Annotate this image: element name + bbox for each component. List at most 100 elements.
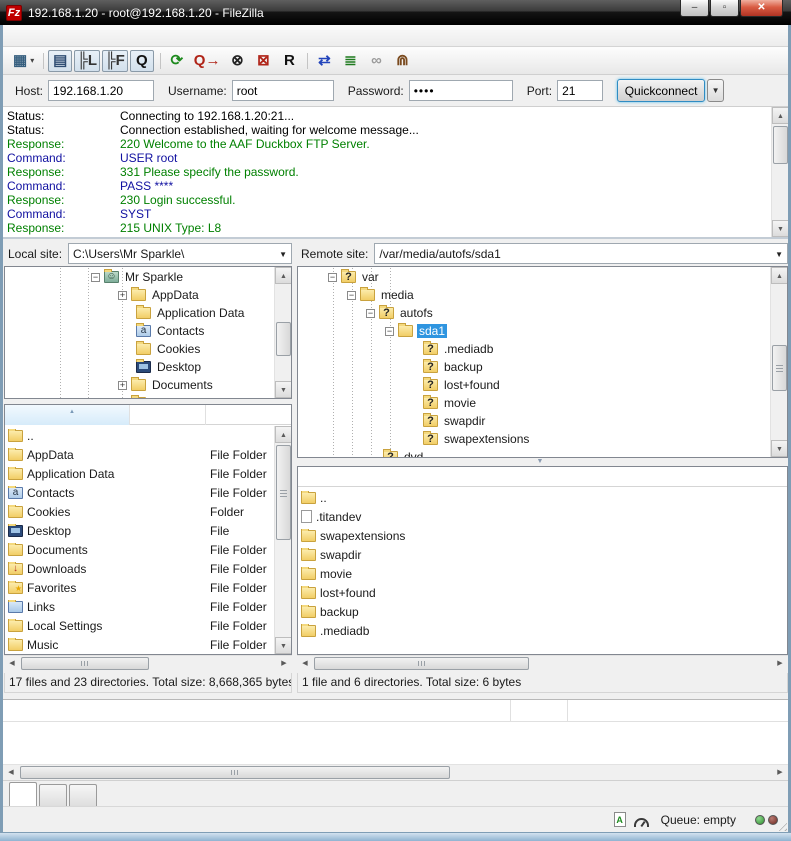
close-button[interactable]: ✕ (740, 0, 783, 17)
tree-expander-icon[interactable]: + (118, 291, 127, 300)
local-column-filesize[interactable] (130, 405, 206, 425)
tree-expander-icon[interactable]: − (366, 309, 375, 318)
scroll-down-button[interactable]: ▼ (771, 440, 788, 457)
scroll-down-button[interactable]: ▼ (275, 381, 292, 398)
queue-column-remote-file[interactable] (568, 700, 788, 721)
quickconnect-dropdown-button[interactable]: ▼ (707, 79, 724, 102)
local-tree-scrollbar[interactable]: ▲ ▼ (274, 267, 291, 398)
remote-tree-item-swapdir[interactable]: swapdir (298, 412, 770, 430)
tab-queued-files[interactable] (9, 782, 37, 806)
host-input[interactable] (48, 80, 154, 101)
scrollbar-thumb[interactable] (20, 766, 450, 779)
local-site-combobox[interactable]: C:\Users\Mr Sparkle\ ▼ (68, 243, 292, 264)
scrollbar-thumb[interactable] (276, 322, 291, 356)
cancel-operation-button[interactable]: ⊗ (225, 50, 249, 72)
tab-successful-transfers[interactable] (69, 784, 97, 806)
toggle-log-view-button[interactable]: ▤ (48, 50, 72, 72)
remote-tree-item-var[interactable]: − var (298, 268, 770, 286)
file-list-row[interactable]: Contacts File Folder (5, 483, 274, 502)
compare-directories-button[interactable]: ⇄ (312, 50, 336, 72)
maximize-button[interactable]: ▫ (710, 0, 739, 17)
scroll-down-button[interactable]: ▼ (275, 637, 292, 654)
local-tree-item-documents[interactable]: + Documents (5, 376, 274, 394)
transfer-type-ascii-icon[interactable] (614, 812, 626, 827)
menu-server[interactable] (83, 34, 101, 38)
username-input[interactable] (232, 80, 334, 101)
scroll-up-button[interactable]: ▲ (772, 107, 788, 124)
menu-transfer[interactable] (65, 34, 83, 38)
scroll-left-button[interactable]: ◀ (297, 656, 313, 672)
scrollbar-thumb[interactable] (773, 126, 788, 164)
site-manager-button[interactable]: ▦ ▾ (10, 50, 37, 72)
local-column-filename[interactable] (5, 405, 130, 425)
toggle-queue-button[interactable]: Q (130, 50, 154, 72)
local-column-filetype[interactable] (206, 405, 291, 425)
file-list-row[interactable]: Cookies Folder (5, 502, 274, 521)
file-list-row[interactable]: AppData File Folder (5, 445, 274, 464)
remote-column-filename[interactable] (298, 467, 787, 487)
toggle-local-tree-button[interactable]: ╠L (74, 50, 100, 72)
local-list-scrollbar[interactable]: ▲ ▼ (274, 426, 291, 654)
queue-column-server-local-file[interactable] (3, 700, 511, 721)
queue-column-direction[interactable] (511, 700, 568, 721)
minimize-button[interactable]: – (680, 0, 709, 17)
local-tree-item-application-data[interactable]: Application Data (5, 304, 274, 322)
menu-view[interactable] (47, 34, 65, 38)
combo-dropdown-icon[interactable]: ▼ (775, 250, 783, 259)
file-list-row[interactable]: Desktop File (5, 521, 274, 540)
file-list-row[interactable]: Application Data File Folder (5, 464, 274, 483)
local-tree-item-downloads[interactable]: + Downloads (5, 394, 274, 398)
collapse-arrow-icon[interactable]: ▼ (537, 458, 544, 465)
remote-pane-splitter[interactable]: ▼ (297, 458, 788, 466)
scroll-right-button[interactable]: ▶ (772, 656, 788, 672)
remote-tree-item-media[interactable]: − media (298, 286, 770, 304)
password-input[interactable] (409, 80, 513, 101)
disconnect-button[interactable]: ⊠ (251, 50, 275, 72)
speed-limits-icon[interactable] (634, 818, 649, 827)
scroll-up-button[interactable]: ▲ (275, 267, 292, 284)
remote-tree-scrollbar[interactable]: ▲ ▼ (770, 267, 787, 457)
menu-file[interactable] (11, 34, 29, 38)
local-tree-item-desktop[interactable]: Desktop (5, 358, 274, 376)
combo-dropdown-icon[interactable]: ▼ (279, 250, 287, 259)
tree-expander-icon[interactable]: − (328, 273, 337, 282)
sync-browsing-button[interactable]: ∞ (364, 50, 388, 72)
tree-expander-icon[interactable]: + (118, 381, 127, 390)
local-tree-item-contacts[interactable]: Contacts (5, 322, 274, 340)
scrollbar-thumb[interactable] (21, 657, 149, 670)
tree-expander-icon[interactable]: − (91, 273, 100, 282)
queue-horizontal-scrollbar[interactable]: ◀ ▶ (3, 764, 788, 780)
remote-tree-item-swapextensions[interactable]: swapextensions (298, 430, 770, 448)
file-list-row[interactable]: Links File Folder (5, 597, 274, 616)
transfer-queue-body[interactable] (3, 722, 788, 764)
tab-failed-transfers[interactable] (39, 784, 67, 806)
local-horizontal-scrollbar[interactable]: ◀ ▶ (4, 655, 292, 671)
tree-expander-icon[interactable]: − (347, 291, 356, 300)
remote-tree-item-mediadb[interactable]: .mediadb (298, 340, 770, 358)
file-list-row[interactable]: movie (298, 564, 787, 583)
scroll-up-button[interactable]: ▲ (771, 267, 788, 284)
scroll-left-button[interactable]: ◀ (3, 765, 19, 781)
remote-horizontal-scrollbar[interactable]: ◀ ▶ (297, 655, 788, 671)
directory-filter-button[interactable]: ≣ (338, 50, 362, 72)
local-tree-item-cookies[interactable]: Cookies (5, 340, 274, 358)
scroll-left-button[interactable]: ◀ (4, 656, 20, 672)
toggle-remote-tree-button[interactable]: ╠F (102, 50, 128, 72)
dropdown-caret-icon[interactable]: ▾ (30, 56, 34, 65)
remote-tree-item-lost-found[interactable]: lost+found (298, 376, 770, 394)
find-files-button[interactable]: ⋒ (390, 50, 414, 72)
scroll-down-button[interactable]: ▼ (772, 220, 788, 237)
remote-tree-item-movie[interactable]: movie (298, 394, 770, 412)
scrollbar-thumb[interactable] (772, 345, 787, 391)
menu-help[interactable] (119, 34, 137, 38)
file-list-row[interactable]: Favorites File Folder (5, 578, 274, 597)
file-list-row[interactable]: Music File Folder (5, 635, 274, 654)
file-list-row[interactable]: lost+found (298, 583, 787, 602)
file-list-row[interactable]: backup (298, 602, 787, 621)
scroll-right-button[interactable]: ▶ (276, 656, 292, 672)
remote-tree-item-sda1[interactable]: − sda1 (298, 322, 770, 340)
file-list-row[interactable]: Documents File Folder (5, 540, 274, 559)
remote-tree-item-backup[interactable]: backup (298, 358, 770, 376)
log-scrollbar[interactable]: ▲ ▼ (771, 107, 788, 237)
file-list-row[interactable]: swapdir (298, 545, 787, 564)
